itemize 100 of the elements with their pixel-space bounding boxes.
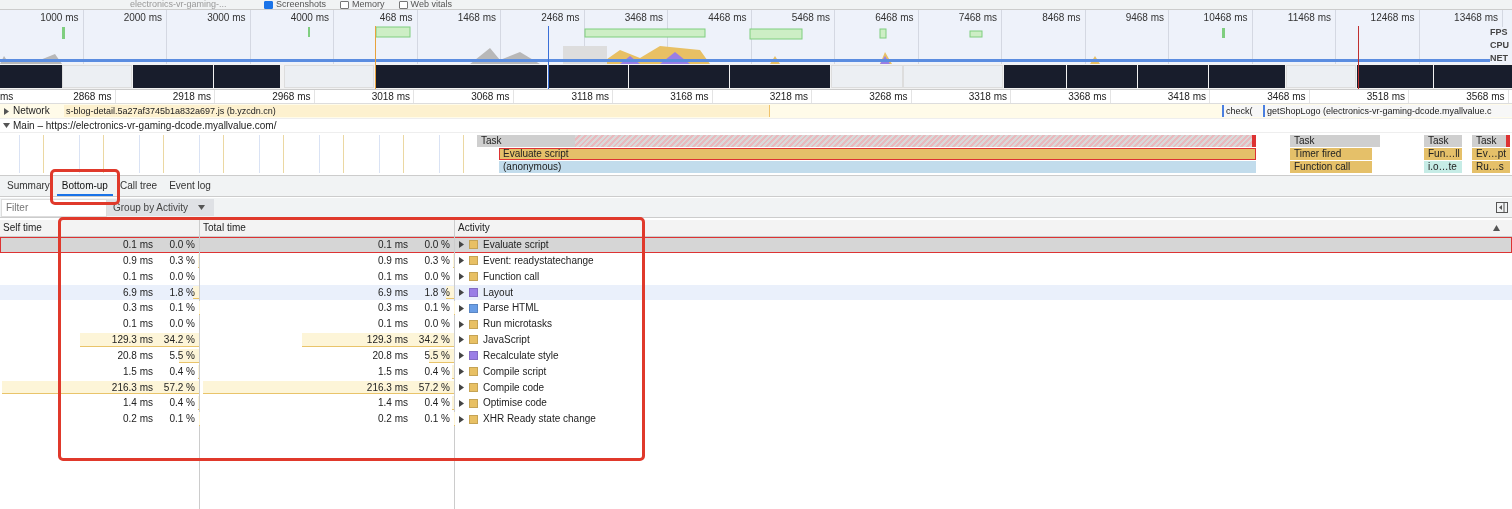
table-cell-text: 34.2 % (417, 333, 450, 348)
table-cell-text: Layout (483, 285, 514, 300)
flame-chart-entry[interactable]: Task (1472, 135, 1510, 147)
table-row[interactable]: 0.1 ms 0.0 % 0.1 ms 0.0 % Run microtasks (0, 316, 1512, 333)
ruler-tick-label: 3068 ms (414, 90, 514, 103)
checkbox[interactable] (398, 1, 408, 9)
table-row[interactable]: 0.2 ms 0.1 % 0.2 ms 0.1 % XHR Ready state change (0, 411, 1512, 428)
table-cell-text: 0.3 ms (123, 301, 153, 316)
table-row[interactable]: 216.3 ms 57.2 % 216.3 ms 57.2 % Compile code (0, 379, 1512, 396)
expand-arrow-icon[interactable] (459, 384, 464, 391)
ruler-tick-label: 3518 ms (1309, 90, 1409, 103)
checkbox[interactable] (264, 1, 273, 9)
table-cell-text: 0.0 % (168, 317, 195, 332)
tab[interactable]: Summary (2, 176, 55, 196)
network-request-bar[interactable]: check( (1222, 105, 1262, 117)
table-cell-text: 0.4 % (168, 396, 195, 411)
flame-chart-entry[interactable]: i.o…te (1424, 161, 1462, 173)
table-cell-text: 0.3 % (423, 253, 450, 268)
sort-arrow-icon[interactable] (1493, 225, 1500, 231)
table-cell-text: 5.5 % (168, 348, 195, 363)
table-cell-text: XHR Ready state change (483, 412, 596, 427)
flame-chart-entry[interactable]: (anonymous) (499, 161, 1256, 173)
sidebar-toggle-icon[interactable] (1496, 202, 1508, 213)
table-cell-text: 216.3 ms (366, 380, 408, 395)
table-row[interactable]: 1.5 ms 0.4 % 1.5 ms 0.4 % Compile script (0, 363, 1512, 380)
table-cell-text: Run microtasks (483, 317, 552, 332)
table-cell-text: 0.4 % (168, 364, 195, 379)
checkbox-label: Screenshots (276, 0, 327, 9)
table-row[interactable]: 0.1 ms 0.0 % 0.1 ms 0.0 % Function call (0, 268, 1512, 285)
network-request-bar[interactable]: s-blog-detail.5a27af3745b1a832a697.js (b.yzcdn.cn) (64, 105, 770, 117)
table-cell-text: 34.2 % (162, 333, 195, 348)
track-label: Main – https://electronics-vr-gaming-dcode.myallvalue.com/ (13, 119, 277, 132)
table-cell-text: 20.8 ms (372, 348, 408, 363)
ruler-tick-label: 2968 ms (215, 90, 315, 103)
table-cell-text: 0.0 % (168, 238, 195, 252)
table-row[interactable]: 0.9 ms 0.3 % 0.9 ms 0.3 % Event: readystatechange (0, 252, 1512, 269)
ruler-tick-label: 2868 ms (16, 90, 116, 103)
table-cell-text: 6.9 ms (123, 285, 153, 300)
column-header[interactable]: Activity (455, 220, 1485, 236)
table-cell-text: 1.5 ms (378, 364, 408, 379)
table-cell-text: 6.9 ms (378, 285, 408, 300)
table-cell-text: 0.1 ms (123, 317, 153, 332)
table-cell-text: Optimise code (483, 396, 547, 411)
table-row[interactable]: 0.1 ms 0.0 % 0.1 ms 0.0 % Evaluate script (0, 237, 1512, 253)
table-cell-text: 0.0 % (423, 317, 450, 332)
tab[interactable]: Call tree (114, 176, 163, 196)
screenshot-thumbnail (375, 65, 447, 88)
table-cell-text: 0.1 % (423, 301, 450, 316)
column-header[interactable]: Self time (0, 220, 200, 236)
tab[interactable]: Bottom-up (56, 176, 113, 196)
table-cell-text: 1.5 ms (123, 364, 153, 379)
column-header[interactable]: Total time (200, 220, 455, 236)
table-cell-text: 1.8 % (168, 285, 195, 300)
expand-arrow-icon[interactable] (3, 122, 10, 129)
flame-chart-entry[interactable]: Evaluate script (499, 148, 1256, 160)
table-cell-text: 0.9 ms (378, 253, 408, 268)
network-request-bar[interactable]: getShopLogo (electronics-vr-gaming-dcode.myallvalue.c (1263, 105, 1512, 117)
screenshot-thumbnail (214, 65, 280, 88)
track-label: Network (13, 104, 50, 118)
flame-chart-entry[interactable]: Task (1424, 135, 1462, 147)
tab[interactable]: Event log (164, 176, 216, 196)
table-cell-text: 0.1 ms (378, 317, 408, 332)
table-cell-text: 0.1 ms (378, 269, 408, 284)
flame-chart-entry[interactable]: Function call (1290, 161, 1372, 173)
table-cell-text: 129.3 ms (111, 333, 153, 348)
table-row[interactable]: 0.3 ms 0.1 % 0.3 ms 0.1 % Parse HTML (0, 300, 1512, 317)
filter-field[interactable]: Filter (1, 198, 107, 217)
table-row[interactable]: 6.9 ms 1.8 % 6.9 ms 1.8 % Layout (0, 284, 1512, 301)
table-row[interactable]: 20.8 ms 5.5 % 20.8 ms 5.5 % Recalculate style (0, 347, 1512, 364)
ruler-tick-label: 3218 ms (712, 90, 812, 103)
table-cell-text: 57.2 % (162, 380, 195, 395)
flame-chart-entry[interactable]: Timer fired (1290, 148, 1372, 160)
ruler-tick-label: 3018 ms (314, 90, 414, 103)
dropdown-caret-icon (198, 205, 205, 210)
checkbox[interactable] (340, 1, 350, 9)
screenshot-thumbnail (1067, 65, 1137, 88)
table-cell-text: Parse HTML (483, 301, 540, 316)
flame-chart-entry[interactable]: Task (1290, 135, 1380, 147)
table-cell-text: JavaScript (483, 333, 530, 348)
flame-chart-entry[interactable]: Task (477, 135, 1256, 147)
flame-chart-entry[interactable]: Ru…s (1472, 161, 1510, 173)
table-cell-text: 0.9 ms (123, 253, 153, 268)
ruler-tick-label: 3268 ms (812, 90, 912, 103)
flame-chart-entry[interactable]: Fun…ll (1424, 148, 1462, 160)
ruler-tick-label: 3568 ms (1409, 90, 1509, 103)
table-cell-text: 129.3 ms (366, 333, 408, 348)
table-cell-text: 0.4 % (423, 364, 450, 379)
ruler-tick-label: 3418 ms (1110, 90, 1210, 103)
table-cell-text: Event: readystatechange (483, 253, 594, 268)
table-row[interactable]: 129.3 ms 34.2 % 129.3 ms 34.2 % JavaScript (0, 332, 1512, 348)
marker-line (375, 26, 376, 89)
table-cell-text: 0.1 % (168, 301, 195, 316)
table-cell-text: 0.2 ms (123, 412, 153, 427)
table-row[interactable]: 1.4 ms 0.4 % 1.4 ms 0.4 % Optimise code (0, 395, 1512, 412)
table-cell-text: Compile script (483, 364, 547, 379)
expand-arrow-icon[interactable] (3, 107, 10, 115)
ruler-tick-label: 3318 ms (911, 90, 1011, 103)
flame-chart-entry[interactable]: Ev…pt (1472, 148, 1510, 160)
marker-line (1358, 26, 1359, 89)
table-cell-text: 0.1 ms (378, 238, 408, 252)
